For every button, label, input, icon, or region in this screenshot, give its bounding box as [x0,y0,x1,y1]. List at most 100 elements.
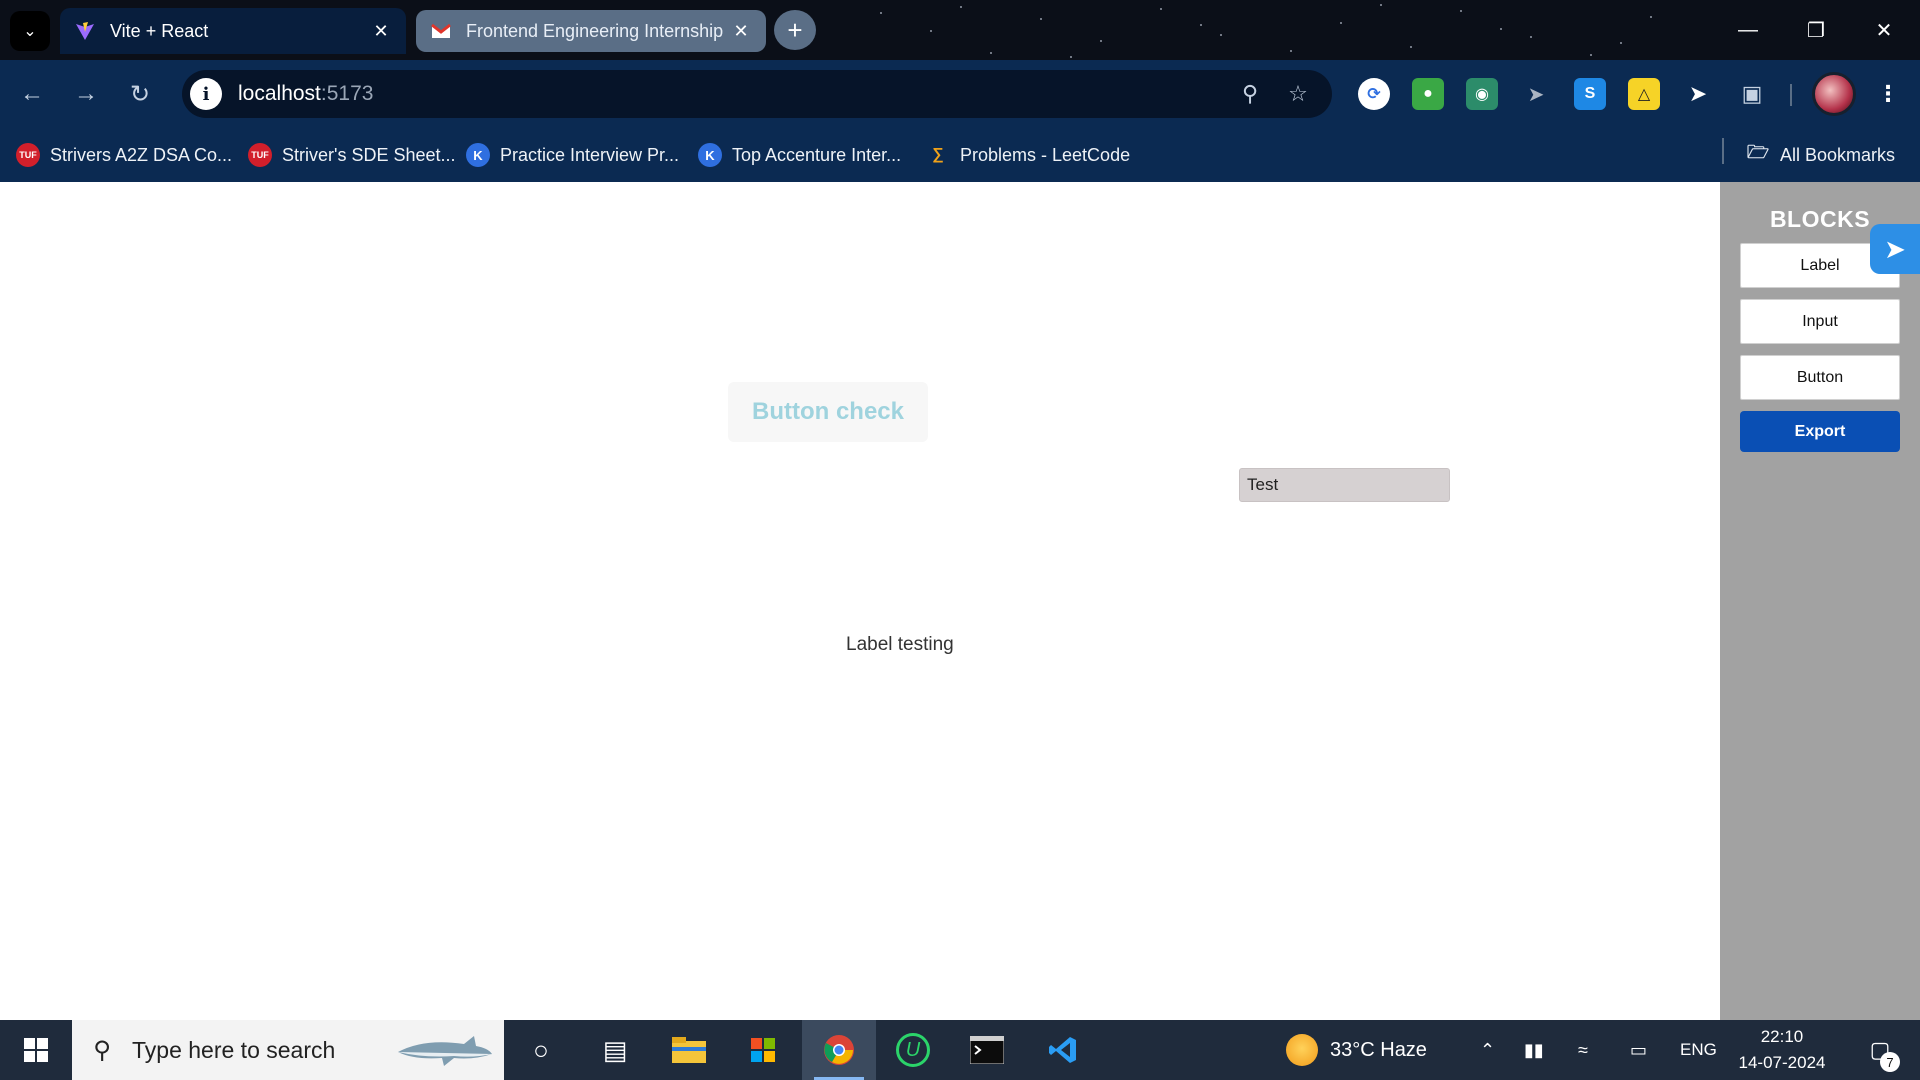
tuf-icon: TUF [16,143,40,167]
bookmark-label: Strivers A2Z DSA Co... [50,144,233,165]
restore-icon: ❐ [1807,19,1825,42]
close-tab-icon[interactable]: ✕ [730,21,752,42]
search-placeholder: Type here to search [132,1036,336,1063]
toolbar-divider [1790,84,1792,106]
tuf-icon: TUF [248,143,272,167]
profile-avatar[interactable] [1812,72,1856,116]
close-icon: ✕ [1875,19,1893,42]
start-button[interactable] [0,1020,72,1080]
store-button[interactable] [726,1020,800,1080]
vite-icon [74,20,96,42]
back-button[interactable]: ← [12,74,52,114]
taskbar-search-box[interactable]: ⚲ Type here to search [72,1020,504,1080]
input-block-button[interactable]: Input [1740,299,1900,344]
terminal-icon [970,1036,1004,1064]
minimize-button[interactable]: — [1714,0,1782,60]
export-button[interactable]: Export [1740,411,1900,452]
tab-strip: ⌄ Vite + React ✕ Frontend Engineering In… [0,0,1920,60]
canvas-button-block[interactable]: Button check [728,382,928,442]
forward-button[interactable]: → [66,74,106,114]
chrome-taskbar-button[interactable] [802,1020,876,1080]
extension-robot-icon[interactable]: ◉ [1466,78,1498,110]
rocket-extension-icon[interactable]: ➤ [1870,224,1920,274]
arrow-right-icon: → [74,80,98,107]
blocks-sidebar: BLOCKS Label Input Button Export [1720,182,1920,1020]
extension-frog-icon[interactable]: ● [1412,78,1444,110]
show-hidden-icons-button[interactable]: ⌃ [1480,1020,1495,1080]
upwork-button[interactable]: U [876,1020,950,1080]
task-view-button[interactable]: ▤ [578,1020,652,1080]
bookmark-label: Problems - LeetCode [960,144,1131,165]
bookmark-item[interactable]: K Practice Interview Pr... [466,136,679,174]
k-icon: K [698,143,722,167]
vscode-button[interactable] [1026,1020,1100,1080]
weather-sun-icon [1286,1034,1318,1066]
bookmark-item[interactable]: TUF Strivers A2Z DSA Co... [16,136,232,174]
restore-button[interactable]: ❐ [1782,0,1850,60]
notification-count: 7 [1880,1052,1900,1072]
upwork-icon: U [896,1033,930,1067]
browser-toolbar: ← → ↻ i localhost:5173 ⚲ ☆ ⟳ ● ◉ ➤ S △ ➤… [0,60,1920,128]
bookmark-star-icon[interactable]: ☆ [1282,78,1314,110]
circle-icon: ○ [533,1034,549,1065]
url-port: :5173 [320,82,374,105]
bookmark-item[interactable]: TUF Striver's SDE Sheet... [248,136,456,174]
clock-date: 14-07-2024 [1738,1053,1826,1072]
bookmark-label: Striver's SDE Sheet... [282,144,456,165]
arrow-left-icon: ← [20,80,44,107]
weather-widget[interactable]: 33°C Haze [1286,1020,1427,1080]
extension-swirl-icon[interactable]: ⟳ [1358,78,1390,110]
vscode-icon [1049,1037,1076,1063]
task-view-icon: ▤ [602,1034,628,1065]
reload-button[interactable]: ↻ [120,74,160,114]
extensions-puzzle-icon[interactable]: ▣ [1736,78,1768,110]
info-icon[interactable]: i [190,78,222,110]
clock[interactable]: 22:10 14-07-2024 [1732,1020,1832,1080]
button-block-button[interactable]: Button [1740,355,1900,400]
plus-icon: + [787,14,803,45]
notification-center-button[interactable]: ▢ 7 [1852,1020,1908,1080]
minimize-icon: — [1738,18,1758,41]
tab-title: Vite + React [110,20,209,41]
terminal-button[interactable] [950,1020,1024,1080]
windows-taskbar: ⚲ Type here to search ○ ▤ U 33°C Haze ⌃ … [0,1020,1920,1080]
canvas-input-block[interactable] [1239,468,1450,502]
chevron-down-icon: ⌄ [23,23,37,40]
file-explorer-button[interactable] [652,1020,726,1080]
microsoft-store-icon [751,1038,775,1062]
bookmarks-divider [1722,138,1724,164]
bookmark-item[interactable]: K Top Accenture Inter... [698,136,901,174]
tab-search-button[interactable]: ⌄ [10,11,50,51]
browser-chrome: ⌄ Vite + React ✕ Frontend Engineering In… [0,0,1920,182]
url-host: localhost [238,82,321,105]
clock-time: 22:10 [1760,1027,1804,1046]
close-window-button[interactable]: ✕ [1850,0,1918,60]
extension-rocket-icon[interactable]: ➤ [1682,78,1714,110]
leetcode-icon: ∑ [932,146,944,163]
builder-canvas[interactable]: Button check Label testing [0,182,1720,1020]
address-bar[interactable]: i localhost:5173 ⚲ ☆ [182,70,1332,118]
menu-kebab-icon[interactable]: ⋮ [1872,78,1904,110]
bookmark-item[interactable]: ∑ Problems - LeetCode [926,136,1130,174]
extension-puzzle-piece-icon[interactable]: ➤ [1520,78,1552,110]
bookmark-label: Practice Interview Pr... [500,144,680,165]
chevron-up-icon: ⌃ [1480,1039,1496,1060]
cortana-button[interactable]: ○ [504,1020,578,1080]
new-tab-button[interactable]: + [774,10,816,50]
tab-vite-react[interactable]: Vite + React ✕ [60,8,406,54]
k-icon: K [466,143,490,167]
language-indicator[interactable]: ENG [1680,1020,1717,1080]
folder-icon: 🗁 [1746,142,1770,162]
zoom-icon[interactable]: ⚲ [1234,78,1266,110]
canvas-label-block[interactable]: Label testing [846,634,954,656]
tab-frontend-internship[interactable]: Frontend Engineering Internship ✕ [416,10,766,52]
shark-illustration-icon [398,1036,492,1066]
close-tab-icon[interactable]: ✕ [370,21,392,42]
search-icon: ⚲ [93,1036,111,1064]
extension-triangle-icon[interactable]: △ [1628,78,1660,110]
display-icon[interactable]: ▭ [1630,1020,1647,1080]
wifi-icon[interactable]: ≈ [1578,1020,1588,1080]
battery-icon[interactable]: ▮▮ [1524,1020,1544,1080]
extension-s-icon[interactable]: S [1574,78,1606,110]
all-bookmarks-button[interactable]: 🗁 All Bookmarks [1746,136,1895,174]
